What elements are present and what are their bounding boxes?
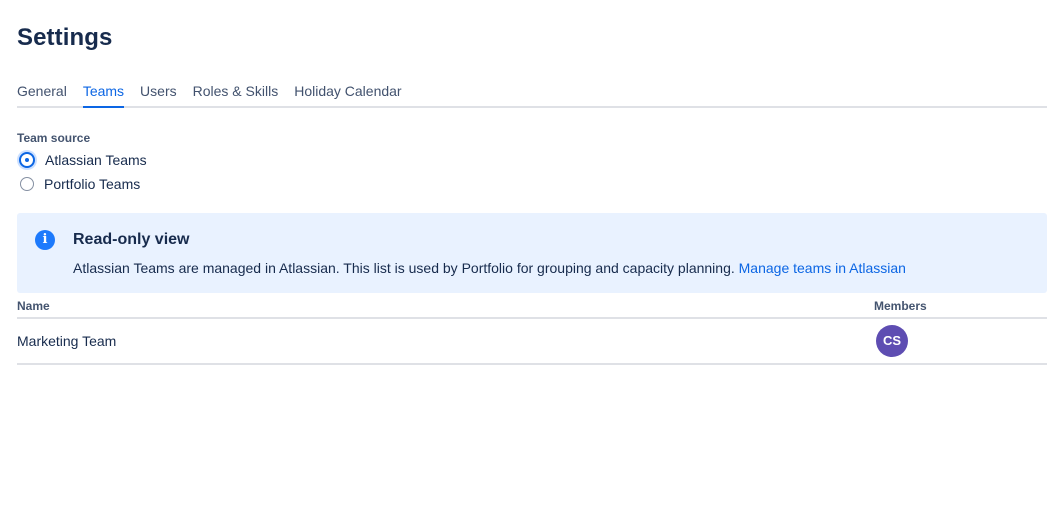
radio-label: Atlassian Teams xyxy=(45,152,147,168)
info-icon: i xyxy=(35,230,55,250)
radio-portfolio-teams[interactable]: Portfolio Teams xyxy=(20,176,140,192)
banner-message: Atlassian Teams are managed in Atlassian… xyxy=(73,260,739,276)
team-name: Marketing Team xyxy=(17,333,117,349)
radio-button-selected[interactable] xyxy=(19,152,35,168)
radio-atlassian-teams[interactable]: Atlassian Teams xyxy=(19,152,147,168)
manage-teams-link[interactable]: Manage teams in Atlassian xyxy=(739,260,906,276)
settings-tabs: General Teams Users Roles & Skills Holid… xyxy=(17,82,1047,108)
banner-title: Read-only view xyxy=(73,231,190,248)
page-title: Settings xyxy=(17,24,113,51)
banner-text: Atlassian Teams are managed in Atlassian… xyxy=(73,260,906,276)
tab-teams[interactable]: Teams xyxy=(82,82,125,108)
team-source-label: Team source xyxy=(17,131,91,145)
radio-button[interactable] xyxy=(20,177,34,191)
read-only-banner: i Read-only view Atlassian Teams are man… xyxy=(17,213,1047,293)
settings-page: Settings General Teams Users Roles & Ski… xyxy=(0,0,1047,517)
column-header-name: Name xyxy=(17,299,50,313)
tab-holiday-calendar[interactable]: Holiday Calendar xyxy=(294,82,401,106)
tab-users[interactable]: Users xyxy=(140,82,177,106)
tab-general[interactable]: General xyxy=(17,82,67,106)
table-header: Name Members xyxy=(17,297,1047,319)
tab-roles-skills[interactable]: Roles & Skills xyxy=(193,82,279,106)
avatar[interactable]: CS xyxy=(876,325,908,357)
table-row[interactable]: Marketing Team CS xyxy=(17,319,1047,365)
radio-label: Portfolio Teams xyxy=(44,176,141,192)
column-header-members: Members xyxy=(874,299,927,313)
